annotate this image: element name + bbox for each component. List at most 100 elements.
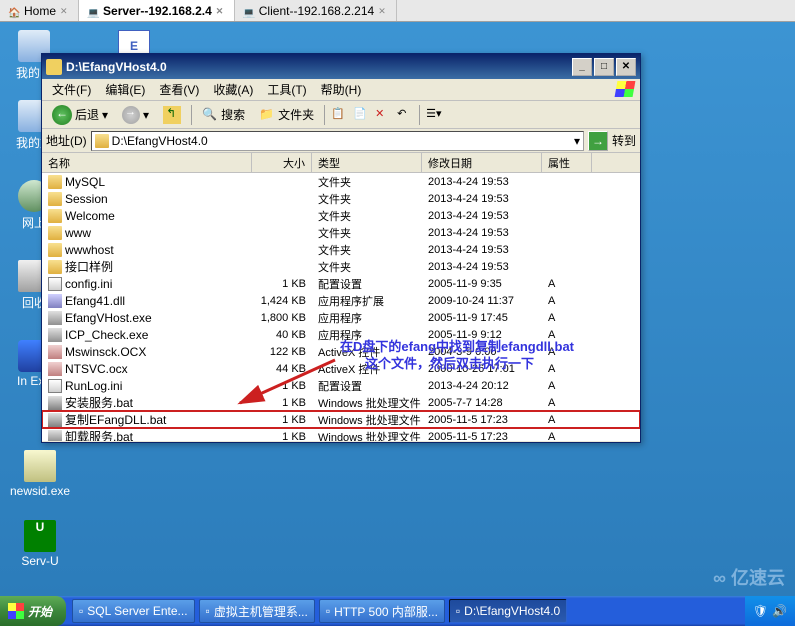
file-icon: [48, 328, 62, 342]
file-row[interactable]: NTSVC.ocx 44 KB ActiveX 控件 2000-10-26 17…: [42, 360, 640, 377]
file-type: 文件夹: [312, 259, 422, 275]
file-date: 2013-4-24 20:12: [422, 380, 542, 392]
file-size: 1 KB: [252, 278, 312, 290]
file-row[interactable]: MySQL 文件夹 2013-4-24 19:53: [42, 173, 640, 190]
col-name[interactable]: 名称: [42, 153, 252, 172]
file-row[interactable]: config.ini 1 KB 配置设置 2005-11-9 9:35 A: [42, 275, 640, 292]
file-row[interactable]: www 文件夹 2013-4-24 19:53: [42, 224, 640, 241]
address-input[interactable]: [112, 134, 571, 148]
file-type: 文件夹: [312, 191, 422, 207]
col-type[interactable]: 类型: [312, 153, 422, 172]
undo-icon[interactable]: ↶: [397, 107, 413, 123]
tray-icon[interactable]: 🔊: [772, 604, 787, 618]
file-size: 44 KB: [252, 363, 312, 375]
file-type: 配置设置: [312, 378, 422, 394]
desktop-newsid[interactable]: newsid.exe: [10, 450, 70, 498]
maximize-button[interactable]: □: [594, 58, 614, 76]
menu-edit[interactable]: 编辑(E): [99, 79, 151, 100]
menu-tools[interactable]: 工具(T): [261, 79, 312, 100]
file-date: 2013-4-24 19:53: [422, 261, 542, 273]
go-button[interactable]: →: [588, 131, 608, 151]
file-row[interactable]: 安装服务.bat 1 KB Windows 批处理文件 2005-7-7 14:…: [42, 394, 640, 411]
file-icon: [48, 192, 62, 206]
file-date: 2009-10-24 11:37: [422, 295, 542, 307]
file-row[interactable]: Efang41.dll 1,424 KB 应用程序扩展 2009-10-24 1…: [42, 292, 640, 309]
browser-tab[interactable]: Client--192.168.2.214✕: [235, 0, 397, 21]
file-attr: A: [542, 329, 592, 341]
file-name: NTSVC.ocx: [65, 362, 128, 376]
start-button[interactable]: 开始: [0, 596, 66, 626]
views-icon[interactable]: ☰▾: [426, 107, 442, 123]
file-icon: [48, 175, 62, 189]
taskbar-item[interactable]: ▫HTTP 500 内部服...: [319, 599, 445, 623]
file-attr: A: [542, 278, 592, 290]
dropdown-icon[interactable]: ▾: [574, 134, 580, 148]
file-row[interactable]: wwwhost 文件夹 2013-4-24 19:53: [42, 241, 640, 258]
system-tray[interactable]: 🛡 🔊: [745, 596, 795, 626]
file-row[interactable]: Session 文件夹 2013-4-24 19:53: [42, 190, 640, 207]
task-icon: ▫: [326, 604, 330, 618]
file-row[interactable]: 复制EFangDLL.bat 1 KB Windows 批处理文件 2005-1…: [42, 411, 640, 428]
file-type: ActiveX 控件: [312, 344, 422, 360]
file-row[interactable]: EfangVHost.exe 1,800 KB 应用程序 2005-11-9 1…: [42, 309, 640, 326]
browser-tab[interactable]: Server--192.168.2.4✕: [79, 0, 235, 21]
watermark: 亿速云: [713, 564, 785, 590]
tab-label: Home: [24, 4, 56, 18]
browser-tab[interactable]: Home ✕: [0, 0, 79, 21]
file-date: 2005-11-9 9:12: [422, 329, 542, 341]
menu-help[interactable]: 帮助(H): [315, 79, 368, 100]
file-date: 2013-4-24 19:53: [422, 176, 542, 188]
col-attr[interactable]: 属性: [542, 153, 592, 172]
addressbar: 地址(D) ▾ → 转到: [42, 129, 640, 153]
file-row[interactable]: ICP_Check.exe 40 KB 应用程序 2005-11-9 9:12 …: [42, 326, 640, 343]
copy-to-icon[interactable]: 📄: [353, 107, 369, 123]
forward-button[interactable]: ▾: [118, 104, 153, 126]
file-row[interactable]: Welcome 文件夹 2013-4-24 19:53: [42, 207, 640, 224]
file-icon: [48, 345, 62, 359]
menu-view[interactable]: 查看(V): [153, 79, 205, 100]
file-row[interactable]: RunLog.ini 1 KB 配置设置 2013-4-24 20:12 A: [42, 377, 640, 394]
file-name: Efang41.dll: [65, 294, 125, 308]
minimize-button[interactable]: _: [572, 58, 592, 76]
file-row[interactable]: 接口样例 文件夹 2013-4-24 19:53: [42, 258, 640, 275]
file-attr: A: [542, 312, 592, 324]
file-date: 2005-11-9 17:45: [422, 312, 542, 324]
back-button[interactable]: 后退 ▾: [48, 103, 112, 127]
col-size[interactable]: 大小: [252, 153, 312, 172]
tray-icon[interactable]: 🛡: [753, 604, 768, 618]
file-row[interactable]: Mswinsck.OCX 122 KB ActiveX 控件 2004-3-9 …: [42, 343, 640, 360]
taskbar-item[interactable]: ▫SQL Server Ente...: [72, 599, 195, 623]
file-date: 2005-11-5 17:23: [422, 414, 542, 426]
tab-close-icon[interactable]: ✕: [216, 6, 226, 16]
file-size: 122 KB: [252, 346, 312, 358]
menu-favorites[interactable]: 收藏(A): [207, 79, 259, 100]
tab-close-icon[interactable]: ✕: [378, 6, 388, 16]
titlebar[interactable]: D:\EfangVHost4.0 _ □ ✕: [42, 54, 640, 79]
tab-close-icon[interactable]: ✕: [60, 6, 70, 16]
file-icon: [48, 243, 62, 257]
folder-icon: [46, 59, 62, 75]
desktop-servu[interactable]: UServ-U: [10, 520, 70, 568]
file-type: Windows 批处理文件: [312, 429, 422, 442]
task-label: D:\EfangVHost4.0: [464, 604, 560, 618]
folders-button[interactable]: 文件夹: [255, 104, 318, 125]
toolbar: 后退 ▾ ▾ 搜索 文件夹 📋 📄 ✕ ↶ ☰▾: [42, 101, 640, 129]
file-type: 文件夹: [312, 174, 422, 190]
delete-icon[interactable]: ✕: [375, 107, 391, 123]
file-row[interactable]: 卸载服务.bat 1 KB Windows 批处理文件 2005-11-5 17…: [42, 428, 640, 441]
file-icon: [48, 413, 62, 427]
file-name: 安装服务.bat: [65, 394, 133, 411]
file-size: 40 KB: [252, 329, 312, 341]
taskbar-item[interactable]: ▫D:\EfangVHost4.0: [449, 599, 567, 623]
taskbar-item[interactable]: ▫虚拟主机管理系...: [199, 599, 315, 623]
close-button[interactable]: ✕: [616, 58, 636, 76]
explorer-window: D:\EfangVHost4.0 _ □ ✕ 文件(F) 编辑(E) 查看(V)…: [41, 53, 641, 443]
file-icon: [48, 294, 62, 308]
file-type: 文件夹: [312, 225, 422, 241]
menu-file[interactable]: 文件(F): [46, 79, 97, 100]
search-button[interactable]: 搜索: [198, 104, 249, 125]
move-to-icon[interactable]: 📋: [331, 107, 347, 123]
file-attr: A: [542, 431, 592, 442]
up-button[interactable]: [159, 104, 185, 126]
col-date[interactable]: 修改日期: [422, 153, 542, 172]
